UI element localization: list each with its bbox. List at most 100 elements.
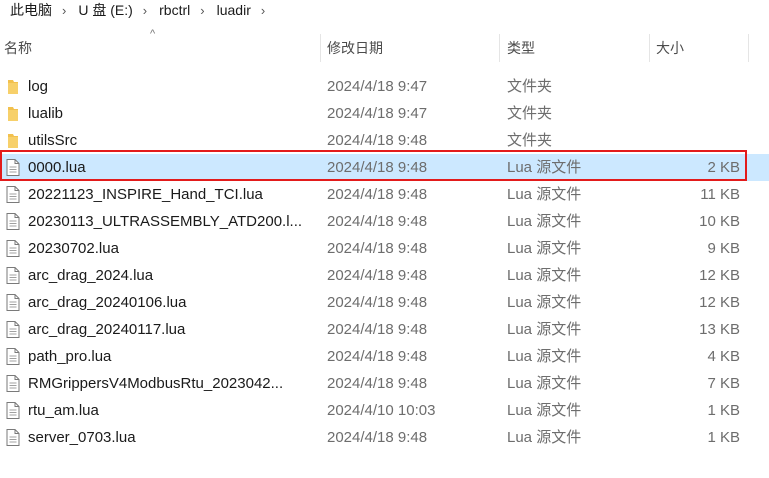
file-modified-date: 2024/4/18 9:48 [327, 132, 428, 149]
file-name: 20230702.lua [28, 240, 119, 257]
column-divider[interactable] [748, 34, 749, 62]
folder-icon [4, 131, 22, 150]
document-icon [4, 239, 22, 258]
breadcrumb: 此电脑 › U 盘 (E:) › rbctrl › luadir › [0, 0, 769, 20]
file-size: 7 KB [707, 375, 740, 392]
file-type: Lua 源文件 [507, 240, 582, 257]
document-icon [4, 320, 22, 339]
sort-ascending-icon: ^ [150, 28, 156, 40]
document-icon [4, 401, 22, 420]
file-type: Lua 源文件 [507, 159, 582, 176]
file-row[interactable]: 20221123_INSPIRE_Hand_TCI.lua 2024/4/18 9… [0, 181, 769, 208]
file-row[interactable]: 20230113_ULTRASSEMBLY_ATD200.l... 2024/4/… [0, 208, 769, 235]
file-type: Lua 源文件 [507, 429, 582, 446]
file-type: Lua 源文件 [507, 348, 582, 365]
document-icon [4, 428, 22, 447]
file-size: 4 KB [707, 348, 740, 365]
column-date-header[interactable]: 修改日期 [327, 34, 383, 62]
folder-row[interactable]: lualib 2024/4/18 9:47 文件夹 [0, 100, 769, 127]
folder-row[interactable]: utilsSrc 2024/4/18 9:48 文件夹 [0, 127, 769, 154]
file-size: 12 KB [699, 294, 740, 311]
file-modified-date: 2024/4/18 9:47 [327, 105, 428, 122]
file-name: RMGrippersV4ModbusRtu_2023042... [28, 375, 284, 392]
file-size: 9 KB [707, 240, 740, 257]
chevron-right-icon[interactable]: › [58, 3, 70, 18]
column-divider[interactable] [649, 34, 650, 62]
file-name: arc_drag_20240106.lua [28, 294, 187, 311]
folder-icon [4, 104, 22, 123]
column-size-header[interactable]: 大小 [656, 34, 684, 62]
chevron-right-icon[interactable]: › [139, 3, 151, 18]
file-type: Lua 源文件 [507, 375, 582, 392]
column-divider[interactable] [320, 34, 321, 62]
file-modified-date: 2024/4/18 9:48 [327, 429, 428, 446]
file-name: path_pro.lua [28, 348, 112, 365]
document-icon [4, 266, 22, 285]
file-name: arc_drag_2024.lua [28, 267, 154, 284]
file-modified-date: 2024/4/18 9:48 [327, 321, 428, 338]
chevron-right-icon[interactable]: › [196, 3, 208, 18]
file-modified-date: 2024/4/18 9:48 [327, 267, 428, 284]
file-modified-date: 2024/4/10 10:03 [327, 402, 436, 419]
file-modified-date: 2024/4/18 9:48 [327, 348, 428, 365]
file-name: 0000.lua [28, 159, 86, 176]
file-type: 文件夹 [507, 105, 553, 122]
file-type: Lua 源文件 [507, 321, 582, 338]
file-modified-date: 2024/4/18 9:48 [327, 186, 428, 203]
document-icon [4, 185, 22, 204]
breadcrumb-luadir[interactable]: luadir [209, 2, 257, 18]
file-row[interactable]: path_pro.lua 2024/4/18 9:48 Lua 源文件 4 KB [0, 343, 769, 370]
file-size: 13 KB [699, 321, 740, 338]
file-row[interactable]: arc_drag_20240117.lua 2024/4/18 9:48 Lua 源… [0, 316, 769, 343]
document-icon [4, 158, 22, 177]
file-row[interactable]: arc_drag_2024.lua 2024/4/18 9:48 Lua 源文件 12… [0, 262, 769, 289]
file-type: 文件夹 [507, 132, 553, 149]
document-icon [4, 212, 22, 231]
breadcrumb-rbctrl[interactable]: rbctrl [151, 2, 196, 18]
file-name: server_0703.lua [28, 429, 136, 446]
file-row[interactable]: arc_drag_20240106.lua 2024/4/18 9:48 Lua 源… [0, 289, 769, 316]
file-size: 11 KB [700, 186, 740, 203]
folder-row[interactable]: log 2024/4/18 9:47 文件夹 [0, 73, 769, 100]
file-name: rtu_am.lua [28, 402, 99, 419]
column-header: ^ 名称 修改日期 类型 大小 [0, 28, 769, 62]
file-type: Lua 源文件 [507, 213, 582, 230]
file-size: 2 KB [707, 159, 740, 176]
file-row[interactable]: RMGrippersV4ModbusRtu_2023042... 2024/4/1… [0, 370, 769, 397]
file-row[interactable]: 0000.lua 2024/4/18 9:48 Lua 源文件 2 KB [0, 154, 769, 181]
column-type-header[interactable]: 类型 [507, 34, 535, 62]
file-modified-date: 2024/4/18 9:48 [327, 375, 428, 392]
chevron-right-icon[interactable]: › [257, 3, 269, 18]
file-row[interactable]: server_0703.lua 2024/4/18 9:48 Lua 源文件 1 KB [0, 424, 769, 451]
file-type: Lua 源文件 [507, 267, 582, 284]
breadcrumb-drive[interactable]: U 盘 (E:) [70, 0, 138, 20]
file-name: utilsSrc [28, 132, 78, 149]
file-modified-date: 2024/4/18 9:48 [327, 213, 428, 230]
file-name: 20221123_INSPIRE_Hand_TCI.lua [28, 186, 263, 203]
file-row[interactable]: 20230702.lua 2024/4/18 9:48 Lua 源文件 9 KB [0, 235, 769, 262]
file-modified-date: 2024/4/18 9:48 [327, 159, 428, 176]
file-size: 10 KB [699, 213, 740, 230]
file-name: arc_drag_20240117.lua [28, 321, 186, 338]
column-divider[interactable] [499, 34, 500, 62]
document-icon [4, 374, 22, 393]
file-type: Lua 源文件 [507, 186, 582, 203]
breadcrumb-this-pc[interactable]: 此电脑 [0, 0, 58, 20]
file-size: 1 KB [707, 402, 740, 419]
file-type: Lua 源文件 [507, 402, 582, 419]
file-type: Lua 源文件 [507, 294, 582, 311]
file-row[interactable]: rtu_am.lua 2024/4/10 10:03 Lua 源文件 1 KB [0, 397, 769, 424]
file-modified-date: 2024/4/18 9:47 [327, 78, 428, 95]
column-name-header[interactable]: 名称 [4, 34, 32, 62]
file-name: 20230113_ULTRASSEMBLY_ATD200.l... [28, 213, 303, 230]
file-type: 文件夹 [507, 78, 553, 95]
file-size: 1 KB [707, 429, 740, 446]
file-size: 12 KB [699, 267, 740, 284]
file-modified-date: 2024/4/18 9:48 [327, 294, 428, 311]
folder-icon [4, 77, 22, 96]
file-modified-date: 2024/4/18 9:48 [327, 240, 428, 257]
document-icon [4, 293, 22, 312]
file-name: log [28, 78, 49, 95]
file-name: lualib [28, 105, 64, 122]
document-icon [4, 347, 22, 366]
